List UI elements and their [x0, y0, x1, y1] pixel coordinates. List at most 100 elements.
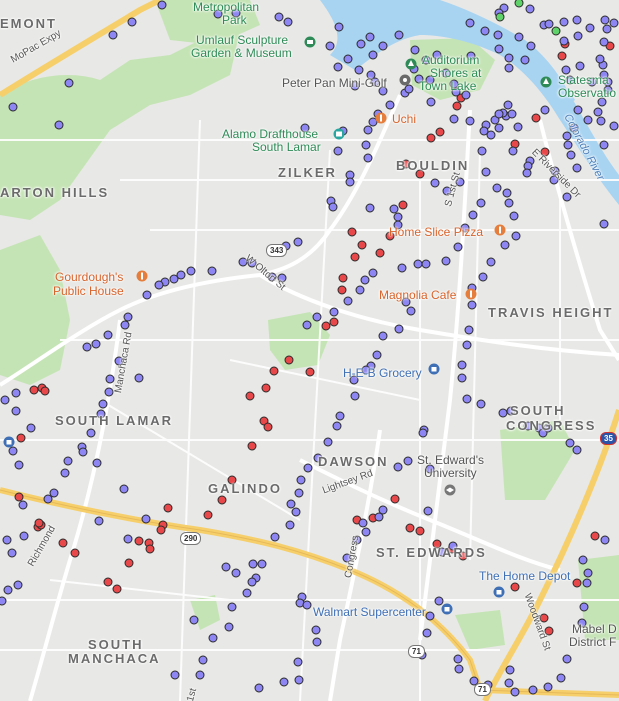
blue-location-marker[interactable]: [453, 242, 463, 252]
red-location-marker[interactable]: [163, 503, 173, 513]
red-location-marker[interactable]: [452, 101, 462, 111]
blue-location-marker[interactable]: [11, 406, 21, 416]
blue-location-marker[interactable]: [457, 373, 467, 383]
blue-location-marker[interactable]: [363, 153, 373, 163]
blue-location-marker[interactable]: [480, 26, 490, 36]
blue-location-marker[interactable]: [502, 188, 512, 198]
blue-location-marker[interactable]: [451, 87, 461, 97]
red-location-marker[interactable]: [112, 584, 122, 594]
blue-location-marker[interactable]: [374, 512, 384, 522]
blue-location-marker[interactable]: [421, 259, 431, 269]
blue-location-marker[interactable]: [300, 123, 310, 133]
red-location-marker[interactable]: [338, 273, 348, 283]
blue-location-marker[interactable]: [599, 219, 609, 229]
blue-location-marker[interactable]: [389, 204, 399, 214]
blue-location-marker[interactable]: [213, 9, 223, 19]
blue-location-marker[interactable]: [385, 100, 395, 110]
blue-location-marker[interactable]: [248, 559, 258, 569]
blue-location-marker[interactable]: [13, 580, 23, 590]
blue-location-marker[interactable]: [481, 167, 491, 177]
blue-location-marker[interactable]: [105, 374, 115, 384]
blue-location-marker[interactable]: [579, 602, 589, 612]
blue-location-marker[interactable]: [455, 177, 465, 187]
blue-location-marker[interactable]: [543, 423, 553, 433]
blue-location-marker[interactable]: [221, 562, 231, 572]
blue-location-marker[interactable]: [469, 676, 479, 686]
blue-location-marker[interactable]: [254, 683, 264, 693]
blue-location-marker[interactable]: [507, 109, 517, 119]
blue-location-marker[interactable]: [393, 220, 403, 230]
blue-location-marker[interactable]: [403, 456, 413, 466]
blue-location-marker[interactable]: [394, 30, 404, 40]
blue-location-marker[interactable]: [506, 406, 516, 416]
blue-location-marker[interactable]: [361, 140, 371, 150]
blue-location-marker[interactable]: [394, 324, 404, 334]
red-location-marker[interactable]: [134, 536, 144, 546]
map[interactable]: 343 290 71 71 35 ZILKER BOULDIN ARTON HI…: [0, 0, 619, 701]
blue-location-marker[interactable]: [432, 50, 442, 60]
blue-location-marker[interactable]: [91, 339, 101, 349]
blue-location-marker[interactable]: [189, 615, 199, 625]
blue-location-marker[interactable]: [493, 30, 503, 40]
blue-location-marker[interactable]: [103, 330, 113, 340]
blue-location-marker[interactable]: [559, 17, 569, 27]
blue-location-marker[interactable]: [425, 75, 435, 85]
blue-location-marker[interactable]: [593, 107, 603, 117]
red-location-marker[interactable]: [557, 51, 567, 61]
red-location-marker[interactable]: [398, 200, 408, 210]
blue-location-marker[interactable]: [425, 464, 435, 474]
blue-location-marker[interactable]: [409, 64, 419, 74]
red-location-marker[interactable]: [245, 391, 255, 401]
red-location-marker[interactable]: [203, 510, 213, 520]
blue-location-marker[interactable]: [462, 394, 472, 404]
blue-location-marker[interactable]: [108, 30, 118, 40]
red-location-marker[interactable]: [401, 159, 411, 169]
blue-location-marker[interactable]: [504, 53, 514, 63]
blue-location-marker[interactable]: [505, 665, 515, 675]
blue-location-marker[interactable]: [467, 300, 477, 310]
blue-location-marker[interactable]: [467, 283, 477, 293]
red-location-marker[interactable]: [261, 383, 271, 393]
red-location-marker[interactable]: [435, 127, 445, 137]
blue-location-marker[interactable]: [572, 163, 582, 173]
blue-location-marker[interactable]: [286, 499, 296, 509]
blue-location-marker[interactable]: [572, 15, 582, 25]
blue-location-marker[interactable]: [350, 391, 360, 401]
blue-location-marker[interactable]: [368, 117, 378, 127]
red-location-marker[interactable]: [572, 578, 582, 588]
red-location-marker[interactable]: [415, 169, 425, 179]
red-location-marker[interactable]: [329, 317, 339, 327]
blue-location-marker[interactable]: [333, 62, 343, 72]
blue-location-marker[interactable]: [442, 186, 452, 196]
blue-location-marker[interactable]: [313, 453, 323, 463]
blue-location-marker[interactable]: [600, 15, 610, 25]
blue-location-marker[interactable]: [562, 654, 572, 664]
blue-location-marker[interactable]: [157, 0, 167, 10]
blue-location-marker[interactable]: [410, 45, 420, 55]
red-location-marker[interactable]: [156, 525, 166, 535]
blue-location-marker[interactable]: [544, 19, 554, 29]
blue-location-marker[interactable]: [563, 140, 573, 150]
blue-location-marker[interactable]: [565, 438, 575, 448]
red-location-marker[interactable]: [385, 231, 395, 241]
blue-location-marker[interactable]: [312, 637, 322, 647]
red-location-marker[interactable]: [458, 551, 468, 561]
blue-location-marker[interactable]: [409, 646, 419, 656]
blue-location-marker[interactable]: [599, 140, 609, 150]
blue-location-marker[interactable]: [577, 618, 587, 628]
blue-location-marker[interactable]: [603, 85, 613, 95]
blue-location-marker[interactable]: [360, 275, 370, 285]
blue-location-marker[interactable]: [86, 428, 96, 438]
blue-location-marker[interactable]: [78, 447, 88, 457]
blue-location-marker[interactable]: [370, 77, 380, 87]
blue-location-marker[interactable]: [186, 266, 196, 276]
blue-location-marker[interactable]: [345, 177, 355, 187]
blue-location-marker[interactable]: [247, 258, 257, 268]
blue-location-marker[interactable]: [207, 266, 217, 276]
green-location-marker[interactable]: [551, 26, 561, 36]
blue-location-marker[interactable]: [401, 297, 411, 307]
red-location-marker[interactable]: [375, 248, 385, 258]
blue-location-marker[interactable]: [333, 146, 343, 156]
blue-location-marker[interactable]: [609, 121, 619, 131]
blue-location-marker[interactable]: [291, 507, 301, 517]
